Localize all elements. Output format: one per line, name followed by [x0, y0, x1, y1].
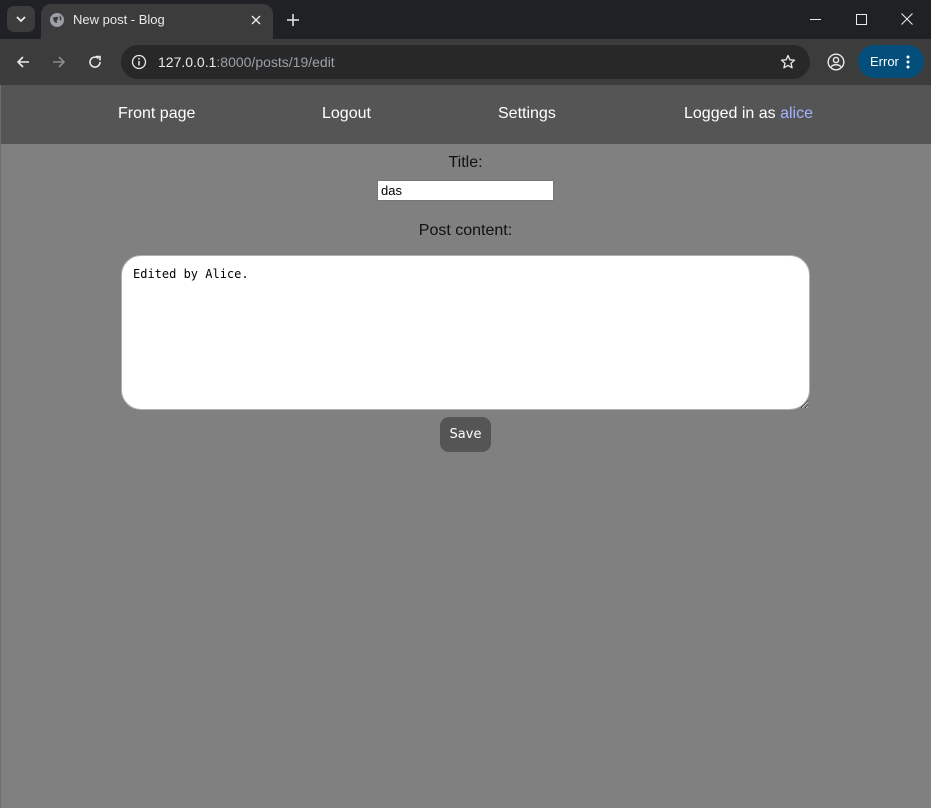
- maximize-icon: [855, 13, 867, 25]
- reload-icon: [89, 55, 101, 68]
- back-button[interactable]: [9, 48, 37, 76]
- nav-settings-link[interactable]: Settings: [498, 105, 556, 123]
- globe-icon: [50, 13, 64, 27]
- nav-logout-link[interactable]: Logout: [322, 105, 371, 123]
- new-tab-button[interactable]: [282, 9, 304, 31]
- account-circle-icon: [827, 53, 845, 71]
- reload-button[interactable]: [81, 48, 109, 76]
- close-icon: [251, 15, 261, 25]
- chevron-down-icon: [16, 16, 26, 23]
- title-label: Title:: [448, 154, 483, 171]
- arrow-left-icon: [16, 56, 29, 68]
- browser-tab[interactable]: New post - Blog: [41, 4, 273, 39]
- bookmark-button[interactable]: [778, 52, 798, 72]
- browser-tabstrip: New post - Blog: [0, 0, 931, 39]
- plus-icon: [287, 14, 299, 26]
- close-icon: [901, 13, 913, 25]
- star-icon: [780, 54, 796, 69]
- tab-search-button[interactable]: [7, 6, 35, 32]
- arrow-right-icon: [53, 56, 66, 68]
- profile-button[interactable]: [823, 49, 849, 75]
- content-textarea[interactable]: Edited by Alice.: [121, 255, 810, 410]
- save-button[interactable]: Save: [440, 417, 491, 452]
- logged-in-prefix: Logged in as: [684, 105, 781, 122]
- address-bar[interactable]: 127.0.0.1:8000/posts/19/edit: [121, 45, 810, 79]
- minimize-button[interactable]: [792, 6, 838, 32]
- minimize-icon: [809, 18, 821, 20]
- browser-menu-button[interactable]: [900, 53, 916, 71]
- site-info-button[interactable]: [127, 50, 151, 74]
- username-link[interactable]: alice: [780, 105, 813, 122]
- title-input[interactable]: [377, 180, 554, 201]
- window-close-button[interactable]: [884, 6, 930, 32]
- more-vertical-icon: [906, 55, 910, 69]
- error-label: Error: [870, 54, 899, 69]
- content-label: Post content:: [418, 222, 513, 239]
- site-navbar: Front page Logout Settings Logged in as …: [0, 85, 931, 144]
- url-path: :8000/posts/19/edit: [216, 54, 335, 70]
- info-icon: [131, 54, 147, 70]
- url-host: 127.0.0.1: [158, 54, 217, 70]
- maximize-button[interactable]: [838, 6, 884, 32]
- url-text: 127.0.0.1:8000/posts/19/edit: [158, 54, 335, 70]
- nav-front-page-link[interactable]: Front page: [118, 105, 195, 123]
- page-edge: [0, 85, 1, 808]
- browser-toolbar: 127.0.0.1:8000/posts/19/edit Error: [0, 39, 931, 85]
- tab-close-button[interactable]: [248, 12, 264, 28]
- logged-in-status: Logged in as alice: [684, 105, 813, 123]
- error-badge-button[interactable]: Error: [858, 45, 924, 78]
- tab-title: New post - Blog: [73, 12, 165, 27]
- forward-button[interactable]: [45, 48, 73, 76]
